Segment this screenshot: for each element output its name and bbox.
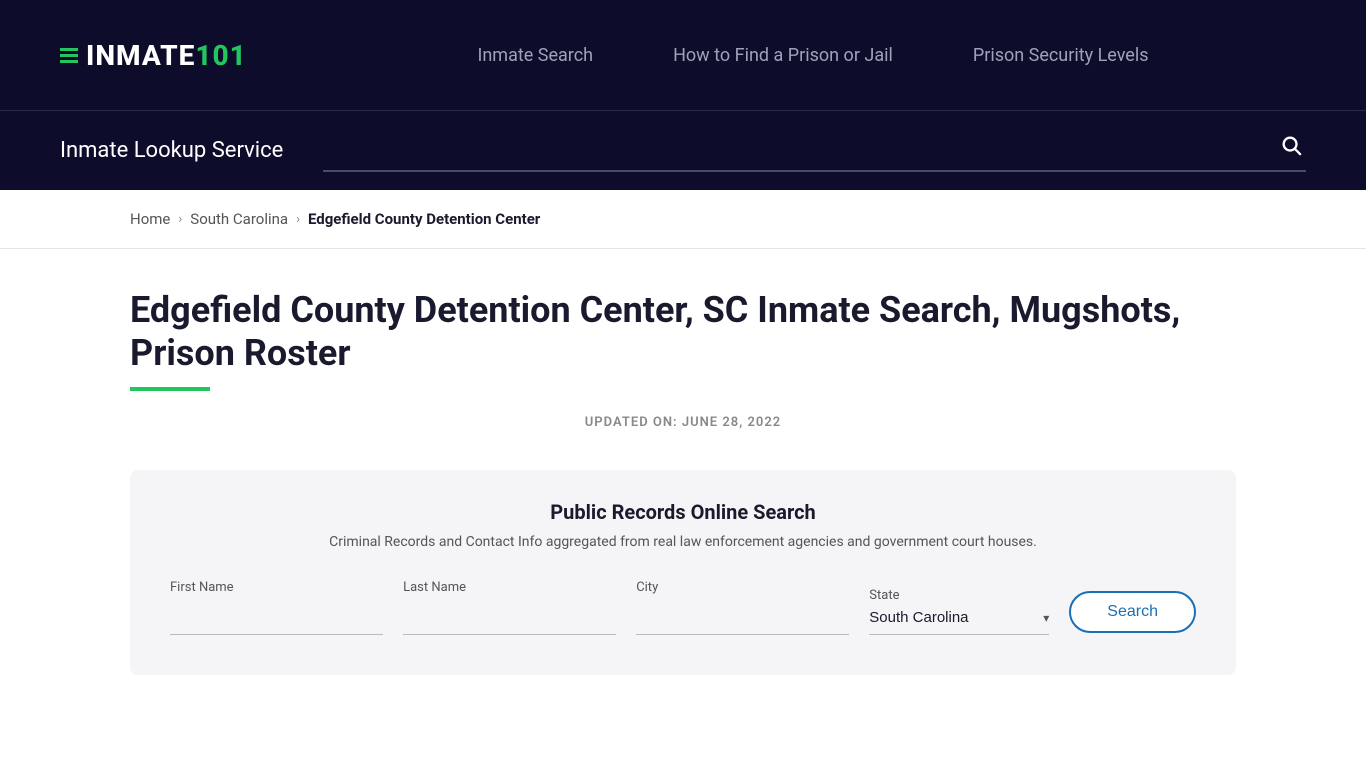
search-box-title: Public Records Online Search <box>170 500 1196 524</box>
page-title: Edgefield County Detention Center, SC In… <box>130 289 1236 375</box>
search-button[interactable]: Search <box>1069 591 1196 633</box>
nav-security-levels[interactable]: Prison Security Levels <box>973 45 1149 66</box>
search-header: Inmate Lookup Service <box>0 110 1366 190</box>
breadcrumb-chevron-2: › <box>296 212 300 227</box>
nav-how-to-find[interactable]: How to Find a Prison or Jail <box>673 45 893 66</box>
search-header-label: Inmate Lookup Service <box>60 138 283 163</box>
last-name-input[interactable] <box>403 601 616 635</box>
city-field: City <box>636 580 849 635</box>
title-underline <box>130 387 210 391</box>
updated-label: UPDATED ON: JUNE 28, 2022 <box>130 415 1236 430</box>
state-select-wrapper: AlabamaAlaskaArizonaArkansasCaliforniaCo… <box>869 609 1049 635</box>
chevron-down-icon: ▾ <box>1043 611 1049 625</box>
search-box: Public Records Online Search Criminal Re… <box>130 470 1236 675</box>
breadcrumb-home[interactable]: Home <box>130 210 170 228</box>
city-label: City <box>636 580 849 595</box>
breadcrumb: Home › South Carolina › Edgefield County… <box>0 190 1366 249</box>
nav-links: Inmate Search How to Find a Prison or Ja… <box>320 45 1306 66</box>
main-content: Edgefield County Detention Center, SC In… <box>0 249 1366 715</box>
breadcrumb-chevron-1: › <box>178 212 182 227</box>
state-select[interactable]: AlabamaAlaskaArizonaArkansasCaliforniaCo… <box>869 609 1043 626</box>
logo-icon <box>60 48 78 63</box>
search-submit-icon[interactable] <box>1276 130 1306 166</box>
nav-inmate-search[interactable]: Inmate Search <box>477 45 593 66</box>
state-field: State AlabamaAlaskaArizonaArkansasCalifo… <box>869 588 1049 635</box>
breadcrumb-state[interactable]: South Carolina <box>190 210 288 228</box>
site-logo[interactable]: INMATE101 <box>60 39 260 72</box>
breadcrumb-current: Edgefield County Detention Center <box>308 210 540 228</box>
search-box-subtitle: Criminal Records and Contact Info aggreg… <box>170 534 1196 550</box>
search-form-row: First Name Last Name City State AlabamaA… <box>170 580 1196 635</box>
first-name-label: First Name <box>170 580 383 595</box>
top-nav: INMATE101 Inmate Search How to Find a Pr… <box>0 0 1366 110</box>
city-input[interactable] <box>636 601 849 635</box>
first-name-input[interactable] <box>170 601 383 635</box>
last-name-label: Last Name <box>403 580 616 595</box>
search-input[interactable] <box>323 139 1276 157</box>
state-label: State <box>869 588 1049 603</box>
logo-text: INMATE101 <box>86 39 247 72</box>
search-input-wrapper <box>323 130 1306 172</box>
first-name-field: First Name <box>170 580 383 635</box>
last-name-field: Last Name <box>403 580 616 635</box>
